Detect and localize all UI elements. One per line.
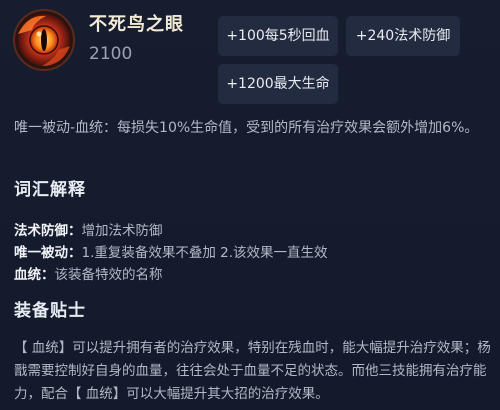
glossary-desc: 增加法术防御 xyxy=(81,223,163,239)
stat-chip-magic-defense: +240法术防御 xyxy=(346,16,460,56)
item-detail-card: 不死鸟之眼 2100 +100每5秒回血 +240法术防御 +1200最大生命 … xyxy=(0,0,500,410)
stat-chip-max-hp: +1200最大生命 xyxy=(218,64,338,104)
glossary-entry: 法术防御：增加法术防御 xyxy=(14,219,163,239)
passive-description: 唯一被动-血统：每损失10%生命值，受到的所有治疗效果会额外增加6%。 xyxy=(14,120,479,136)
tips-title: 装备贴士 xyxy=(14,301,86,321)
stat-chip-hp-regen: +100每5秒回血 xyxy=(218,16,338,56)
glossary-entry: 血统：该装备特效的名称 xyxy=(14,263,163,283)
phoenix-eye-icon xyxy=(12,8,76,72)
glossary-term: 唯一被动： xyxy=(14,245,82,261)
glossary-term: 血统： xyxy=(14,267,55,283)
glossary-title: 词汇解释 xyxy=(14,180,86,200)
tips-text: 【 血统】可以提升拥有者的治疗效果，特别在残血时，能大幅提升治疗效果；杨戬需要控… xyxy=(14,340,491,402)
item-name: 不死鸟之眼 xyxy=(89,14,184,35)
glossary-desc: 1.重复装备效果不叠加 2.该效果一直生效 xyxy=(81,245,328,261)
glossary-desc: 该装备特效的名称 xyxy=(54,267,163,283)
item-price: 2100 xyxy=(89,44,133,64)
glossary-term: 法术防御： xyxy=(14,223,82,239)
glossary-entry: 唯一被动：1.重复装备效果不叠加 2.该效果一直生效 xyxy=(14,241,328,261)
